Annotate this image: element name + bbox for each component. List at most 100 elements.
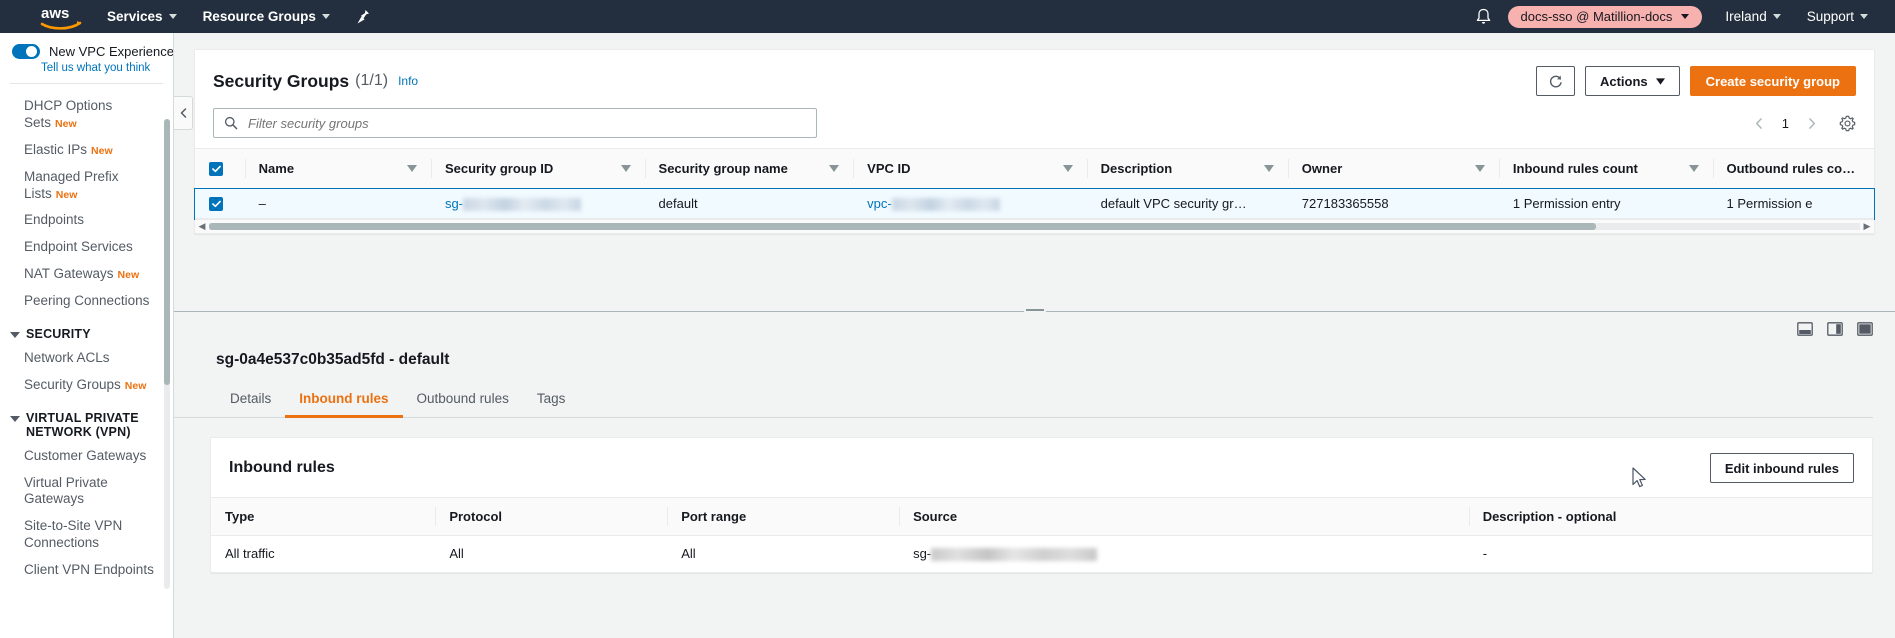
- sidebar-item-label: Network ACLs: [24, 349, 110, 365]
- triangle-down-icon: [10, 331, 20, 338]
- new-vpc-experience-toggle[interactable]: [12, 44, 40, 59]
- sidebar: New VPC Experience Tell us what you thin…: [0, 33, 174, 638]
- previous-page-button[interactable]: [1746, 110, 1772, 136]
- security-groups-count: (1/1): [355, 72, 389, 89]
- preferences-gear-icon[interactable]: [1839, 115, 1856, 132]
- scroll-right-arrow[interactable]: ▶: [1860, 221, 1874, 232]
- sidebar-item-label: Endpoints: [24, 212, 85, 228]
- vpc-id-prefix: vpc-: [867, 195, 892, 211]
- edit-inbound-rules-button[interactable]: Edit inbound rules: [1709, 453, 1854, 483]
- column-header-inbound-rules-count[interactable]: Inbound rules count: [1498, 148, 1713, 189]
- support-menu[interactable]: Support: [1794, 0, 1881, 33]
- table-row[interactable]: – sg- default vpc- default VPC security …: [194, 187, 1875, 220]
- cell-vpc-id[interactable]: vpc-: [853, 188, 1087, 219]
- nav-services[interactable]: Services: [94, 0, 190, 33]
- tab-outbound-rules[interactable]: Outbound rules: [403, 381, 523, 418]
- sidebar-group-vpn[interactable]: VIRTUAL PRIVATE NETWORK (VPN): [0, 399, 173, 443]
- column-label: Name: [258, 161, 295, 176]
- page-number[interactable]: 1: [1774, 116, 1797, 131]
- scrollbar-track[interactable]: [209, 223, 1860, 230]
- sidebar-item-nat-gateways[interactable]: NAT Gateways New: [0, 261, 173, 288]
- create-security-group-button[interactable]: Create security group: [1689, 66, 1856, 96]
- main-content: Security Groups (1/1) Info Actions Creat…: [174, 33, 1895, 638]
- cell-security-group-name: default: [644, 188, 854, 219]
- sidebar-item-customer-gateways[interactable]: Customer Gateways: [0, 443, 173, 470]
- next-page-button[interactable]: [1799, 110, 1825, 136]
- edit-inbound-rules-label: Edit inbound rules: [1724, 460, 1839, 476]
- sidebar-item-site-to-site-vpn-connections[interactable]: Site-to-Site VPN Connections: [0, 513, 173, 557]
- tab-details[interactable]: Details: [216, 381, 285, 418]
- sidebar-scrollbar-thumb[interactable]: [164, 119, 170, 385]
- sidebar-item-peering-connections[interactable]: Peering Connections: [0, 288, 173, 315]
- pagination: 1: [1746, 110, 1856, 136]
- redacted-vpc-id: [891, 198, 1000, 212]
- search-input[interactable]: [246, 114, 806, 132]
- sidebar-item-virtual-private-gateways[interactable]: Virtual Private Gateways: [0, 470, 173, 514]
- column-header-name[interactable]: Name: [244, 148, 431, 189]
- new-vpc-experience-row[interactable]: New VPC Experience: [0, 33, 173, 61]
- region-label: Ireland: [1725, 9, 1767, 24]
- nav-resource-groups[interactable]: Resource Groups: [190, 0, 343, 33]
- sidebar-item-network-acls[interactable]: Network ACLs: [0, 345, 173, 372]
- inbound-rules-panel: Inbound rules Edit inbound rules Type Pr…: [210, 437, 1873, 573]
- scrollbar-thumb[interactable]: [209, 223, 1596, 230]
- new-badge: New: [55, 188, 78, 201]
- sidebar-item-security-groups[interactable]: Security Groups New: [0, 372, 173, 399]
- rule-cell-source: sg-: [899, 536, 1469, 572]
- filter-row: 1: [195, 108, 1874, 148]
- sort-icon: [1474, 165, 1485, 172]
- split-bottom-icon[interactable]: [1797, 322, 1813, 341]
- sidebar-item-dhcp-options-sets[interactable]: DHCP Options Sets New: [0, 93, 173, 137]
- sidebar-item-label: Site-to-Site VPN Connections: [24, 518, 123, 551]
- actions-dropdown-button[interactable]: Actions: [1584, 66, 1680, 96]
- sort-icon: [829, 165, 840, 172]
- column-label: Description: [1100, 161, 1173, 176]
- sidebar-item-endpoints[interactable]: Endpoints: [0, 207, 173, 234]
- full-screen-icon[interactable]: [1857, 322, 1873, 341]
- chevron-down-icon: [1772, 14, 1781, 19]
- layout-options: [1797, 322, 1873, 341]
- aws-logo[interactable]: aws: [28, 0, 94, 33]
- sidebar-scrollbar[interactable]: [164, 119, 170, 589]
- tab-inbound-rules[interactable]: Inbound rules: [285, 381, 403, 418]
- info-link[interactable]: Info: [398, 74, 418, 88]
- refresh-button[interactable]: [1535, 66, 1575, 96]
- rules-column-type: Type: [211, 497, 436, 536]
- pin-icon[interactable]: [343, 9, 383, 25]
- select-all-checkbox[interactable]: [209, 161, 223, 176]
- account-menu[interactable]: docs-sso @ Matillion-docs: [1507, 5, 1703, 28]
- sidebar-group-label: VIRTUAL PRIVATE NETWORK (VPN): [26, 410, 139, 439]
- sidebar-item-label: Virtual Private Gateways: [24, 474, 108, 507]
- top-navigation-bar: aws Services Resource Groups docs-sso @ …: [0, 0, 1895, 33]
- region-selector[interactable]: Ireland: [1712, 0, 1793, 33]
- column-header-security-group-id[interactable]: Security group ID: [430, 148, 645, 189]
- sidebar-item-client-vpn-endpoints[interactable]: Client VPN Endpoints: [0, 557, 173, 584]
- table-horizontal-scrollbar[interactable]: ◀ ▶: [195, 219, 1874, 233]
- column-header-description[interactable]: Description: [1086, 148, 1288, 189]
- create-security-group-label: Create security group: [1705, 73, 1840, 89]
- sidebar-item-endpoint-services[interactable]: Endpoint Services: [0, 234, 173, 261]
- notifications-bell-icon[interactable]: [1459, 8, 1508, 26]
- row-checkbox[interactable]: [209, 196, 223, 211]
- cell-inbound-rules-count: 1 Permission entry: [1498, 188, 1713, 219]
- split-right-icon[interactable]: [1827, 322, 1843, 341]
- tell-us-link[interactable]: Tell us what you think: [0, 61, 173, 83]
- rules-column-port-range: Port range: [667, 497, 900, 536]
- cell-name: –: [244, 188, 431, 219]
- sidebar-group-security[interactable]: SECURITY: [0, 315, 173, 345]
- column-header-owner[interactable]: Owner: [1287, 148, 1499, 189]
- cell-security-group-id[interactable]: sg-: [430, 188, 645, 219]
- inbound-rules-header: Inbound rules Edit inbound rules: [211, 438, 1872, 497]
- search-box[interactable]: [213, 108, 817, 138]
- refresh-icon: [1549, 75, 1562, 87]
- column-header-vpc-id[interactable]: VPC ID: [853, 148, 1087, 189]
- column-header-outbound-rules-count[interactable]: Outbound rules count: [1712, 148, 1874, 189]
- column-label: VPC ID: [867, 161, 911, 176]
- tab-tags[interactable]: Tags: [523, 381, 580, 418]
- detail-tabs: Details Inbound rules Outbound rules Tag…: [174, 369, 1873, 418]
- scroll-left-arrow[interactable]: ◀: [195, 221, 209, 232]
- column-header-security-group-name[interactable]: Security group name: [644, 148, 854, 189]
- sidebar-item-elastic-ips[interactable]: Elastic IPs New: [0, 137, 173, 164]
- sidebar-item-managed-prefix-lists[interactable]: Managed Prefix Lists New: [0, 164, 173, 208]
- sidebar-collapse-button[interactable]: [174, 96, 193, 130]
